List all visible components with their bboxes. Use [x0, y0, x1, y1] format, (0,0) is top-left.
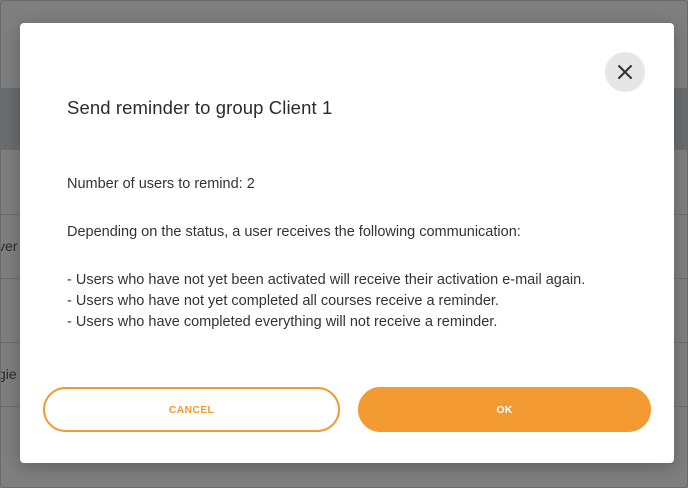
reminder-dialog: Send reminder to group Client 1 Number o…	[20, 23, 674, 463]
users-count-text: Number of users to remind: 2	[67, 176, 255, 192]
bullet-not-activated: - Users who have not yet been activated …	[67, 272, 586, 288]
close-button[interactable]	[605, 52, 645, 92]
close-icon	[617, 64, 633, 80]
status-intro-text: Depending on the status, a user receives…	[67, 224, 521, 240]
bullet-not-completed: - Users who have not yet completed all c…	[67, 293, 499, 309]
ok-button[interactable]: OK	[358, 387, 651, 432]
background-row-text: gie	[0, 366, 17, 382]
cancel-button[interactable]: CANCEL	[43, 387, 340, 432]
background-row-text: ver	[0, 238, 18, 254]
bullet-completed: - Users who have completed everything wi…	[67, 314, 498, 330]
dialog-title: Send reminder to group Client 1	[67, 97, 333, 118]
